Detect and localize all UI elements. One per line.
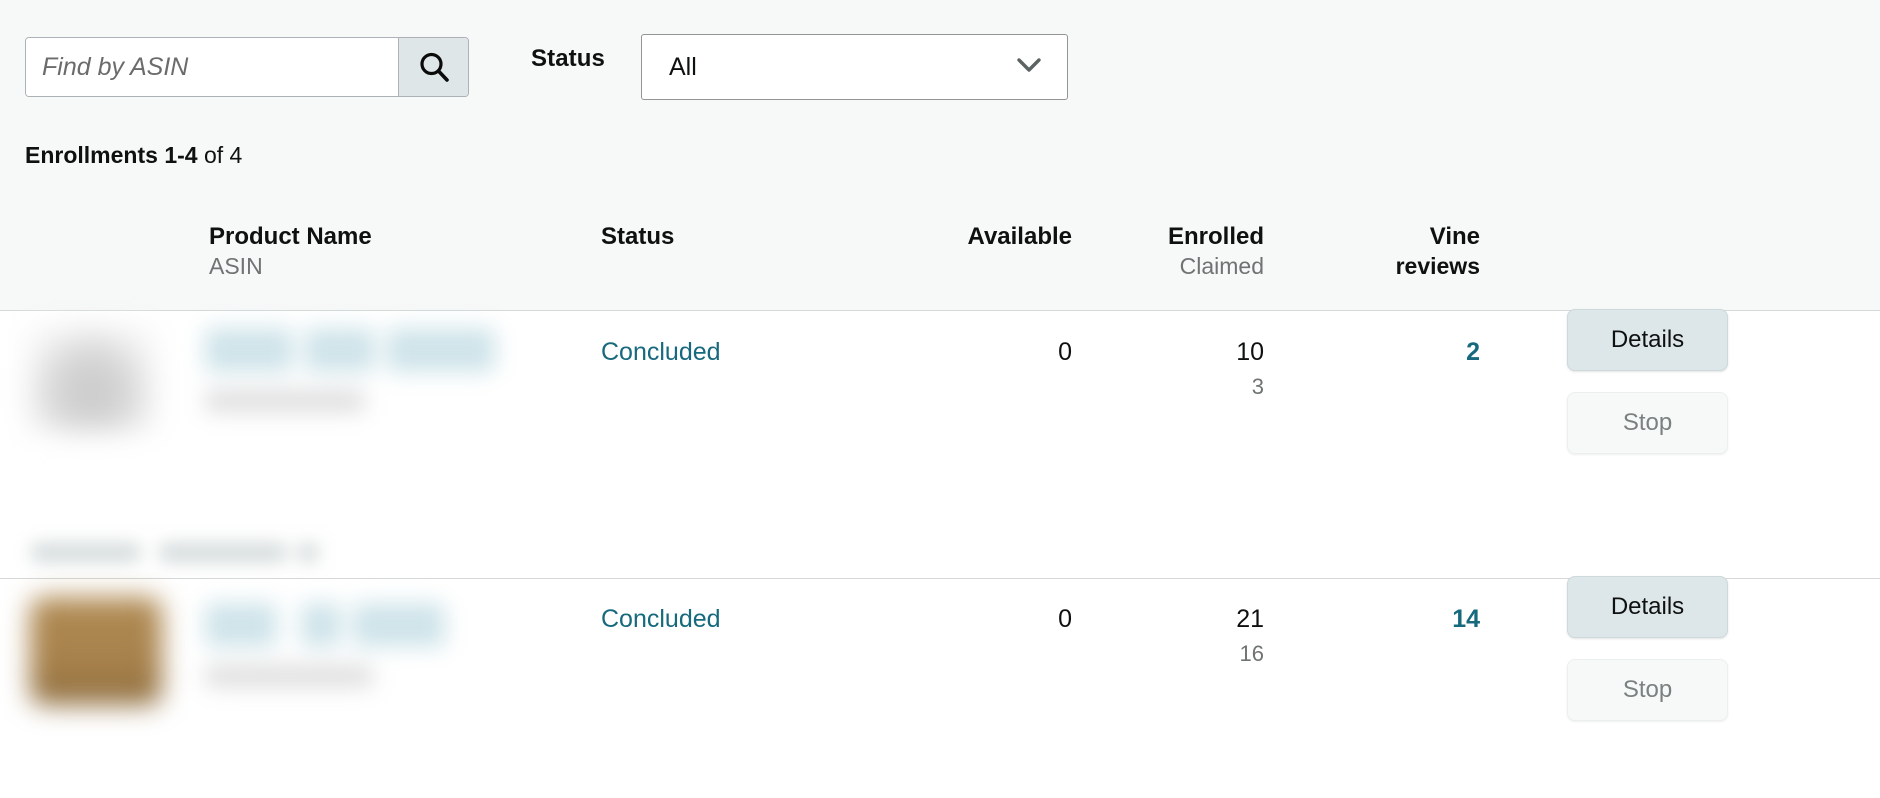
vine-enrollments-page: Status All Enrollments 1-4 of 4 Product … <box>0 0 1880 798</box>
product-name-redacted <box>205 318 535 428</box>
details-button[interactable]: Details <box>1567 576 1728 638</box>
chevron-down-icon <box>1015 56 1043 79</box>
cell-status[interactable]: Concluded <box>601 338 721 367</box>
product-thumbnail <box>25 324 157 432</box>
product-thumbnail <box>30 597 162 705</box>
table-row: Concluded 0 10 3 2 Details Stop <box>0 312 1880 542</box>
search-icon <box>417 50 451 84</box>
cell-claimed: 16 <box>1144 641 1264 667</box>
enrollments-count: Enrollments 1-4 of 4 <box>25 142 242 169</box>
enrollments-count-range: 1-4 <box>164 142 197 168</box>
cell-enrolled: 10 <box>1144 338 1264 367</box>
column-header-product-name-label: Product Name <box>209 223 372 250</box>
column-header-reviews-label: reviews <box>1370 252 1480 282</box>
status-filter-value: All <box>642 53 1015 82</box>
column-header-enrolled: Enrolled Claimed <box>1168 221 1264 282</box>
cell-status[interactable]: Concluded <box>601 605 721 634</box>
column-header-product-name: Product Name ASIN <box>209 221 372 282</box>
enrollments-count-prefix: Enrollments <box>25 142 158 168</box>
column-header-status-label: Status <box>601 223 674 250</box>
details-button[interactable]: Details <box>1567 309 1728 371</box>
column-header-available-label: Available <box>968 223 1073 250</box>
column-header-status: Status <box>601 221 674 252</box>
cell-claimed: 3 <box>1144 374 1264 400</box>
enrollments-count-suffix: of 4 <box>204 142 242 168</box>
stop-button[interactable]: Stop <box>1567 392 1728 454</box>
redacted-overlay-text <box>10 520 480 582</box>
cell-available: 0 <box>952 605 1072 634</box>
search-input[interactable] <box>26 38 398 96</box>
product-name-redacted <box>205 593 535 703</box>
cell-enrolled: 21 <box>1144 605 1264 634</box>
column-header-claimed-label: Claimed <box>1168 252 1264 282</box>
status-filter-label: Status <box>531 45 605 73</box>
column-header-enrolled-label: Enrolled <box>1168 223 1264 250</box>
table-header: Product Name ASIN Status Available Enrol… <box>0 205 1880 305</box>
stop-button[interactable]: Stop <box>1567 659 1728 721</box>
column-header-vine-label: Vine <box>1430 223 1480 250</box>
column-header-vine-reviews: Vine reviews <box>1370 221 1480 282</box>
search-button[interactable] <box>398 38 468 96</box>
cell-available: 0 <box>952 338 1072 367</box>
cell-vine-reviews[interactable]: 2 <box>1370 338 1480 367</box>
cell-vine-reviews[interactable]: 14 <box>1370 605 1480 634</box>
column-header-asin-label: ASIN <box>209 252 372 282</box>
column-header-available: Available <box>968 221 1073 252</box>
asin-search-group <box>25 37 469 97</box>
table-row: Concluded 0 21 16 14 Details Stop <box>0 579 1880 798</box>
status-filter-select[interactable]: All <box>641 34 1068 100</box>
